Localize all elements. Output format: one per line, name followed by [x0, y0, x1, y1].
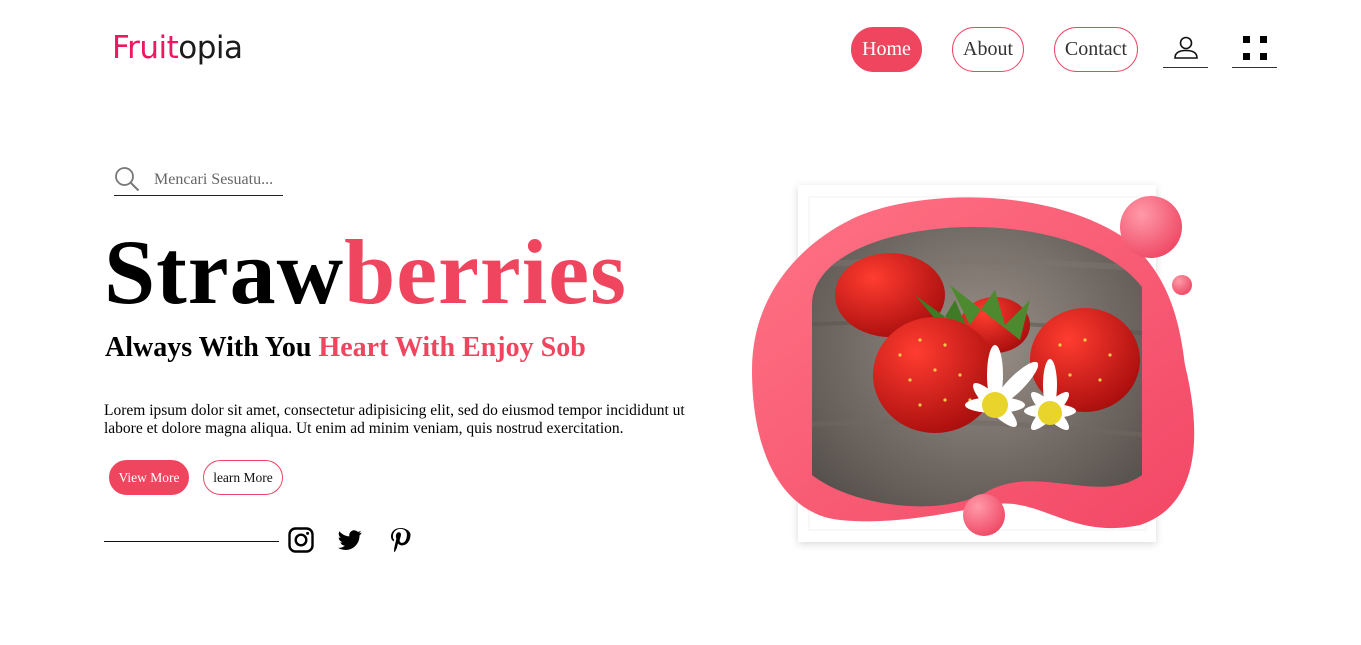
- social-divider: [104, 541, 279, 542]
- view-more-button[interactable]: View More: [109, 460, 189, 495]
- brand-logo-part2: opia: [178, 30, 243, 66]
- search-icon[interactable]: [114, 166, 140, 192]
- grid-menu-icon: [1242, 35, 1267, 60]
- hero-subtitle-part1: Always With You: [105, 332, 319, 363]
- instagram-link[interactable]: [287, 526, 315, 554]
- brand-logo[interactable]: Fruitopia: [112, 28, 243, 68]
- pinterest-link[interactable]: [386, 526, 414, 554]
- hero-title: Strawberries: [104, 222, 627, 322]
- instagram-icon: [288, 527, 314, 553]
- user-account-button[interactable]: [1163, 28, 1208, 68]
- grid-menu-button[interactable]: [1232, 28, 1277, 68]
- strawberry-illustration: [752, 185, 1195, 542]
- nav-contact-button[interactable]: Contact: [1054, 27, 1138, 72]
- twitter-icon: [338, 530, 362, 550]
- nav-about-button[interactable]: About: [952, 27, 1024, 72]
- search-input[interactable]: [154, 168, 282, 192]
- hero-title-part2: berries: [344, 221, 627, 323]
- hero-subtitle: Always With You Heart With Enjoy Sob: [105, 332, 586, 364]
- hero-subtitle-part2: Heart With Enjoy Sob: [318, 332, 586, 363]
- twitter-link[interactable]: [336, 526, 364, 554]
- hero-image-frame: [740, 175, 1220, 555]
- hero-title-part1: Straw: [104, 221, 345, 323]
- hero-description: Lorem ipsum dolor sit amet, consectetur …: [104, 402, 685, 437]
- brand-logo-part1: Fruit: [112, 30, 179, 66]
- search-bar: [114, 164, 283, 196]
- learn-more-button[interactable]: learn More: [203, 460, 283, 495]
- nav-home-button[interactable]: Home: [851, 27, 922, 72]
- pinterest-icon: [391, 528, 411, 553]
- user-icon: [1173, 36, 1198, 59]
